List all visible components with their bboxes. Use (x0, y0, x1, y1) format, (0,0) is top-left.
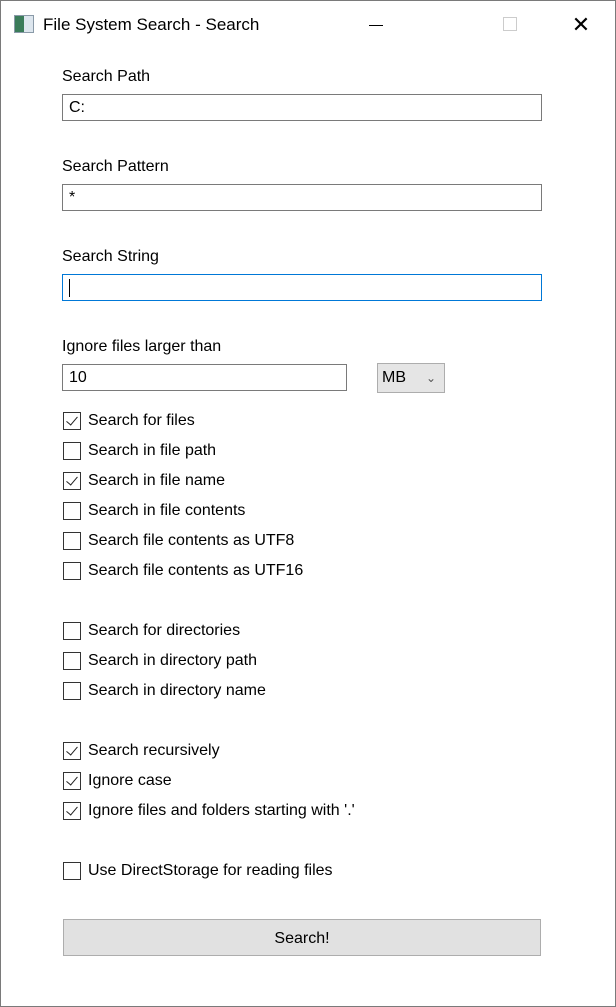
search-pattern-label: Search Pattern (62, 158, 169, 175)
search-path-label: Search Path (62, 68, 151, 85)
checkbox-unchecked-icon[interactable] (63, 532, 81, 550)
close-button[interactable]: ✕ (566, 11, 596, 39)
title-bar: File System Search - Search ✕ (1, 1, 615, 49)
size-limit-label: Ignore files larger than (62, 338, 222, 355)
text-caret (69, 278, 70, 297)
search-button[interactable]: Search! (63, 919, 541, 956)
checkbox-search-in-file-contents[interactable]: Search in file contents (63, 500, 245, 522)
checkbox-search-for-directories[interactable]: Search for directories (63, 620, 240, 642)
checkbox-label: Search in directory name (88, 682, 266, 699)
checkbox-label: Search in directory path (88, 652, 257, 669)
maximize-button[interactable] (496, 11, 526, 39)
checkbox-search-for-files[interactable]: Search for files (63, 410, 195, 432)
checkbox-unchecked-icon[interactable] (63, 442, 81, 460)
checkbox-unchecked-icon[interactable] (63, 862, 81, 880)
checkbox-label: Search in file contents (88, 502, 246, 519)
checkbox-label: Search in file path (88, 442, 217, 459)
unit-value: MB (382, 369, 406, 386)
app-icon (14, 15, 34, 33)
checkbox-checked-icon[interactable] (63, 412, 81, 430)
checkbox-label: Ignore case (88, 772, 172, 789)
checkbox-label: Search for files (88, 412, 195, 429)
checkbox-search-in-directory-path[interactable]: Search in directory path (63, 650, 257, 672)
checkbox-search-in-file-path[interactable]: Search in file path (63, 440, 216, 462)
checkbox-label: Search in file name (88, 472, 225, 489)
checkbox-search-file-contents-as-utf16[interactable]: Search file contents as UTF16 (63, 560, 303, 582)
checkbox-checked-icon[interactable] (63, 802, 81, 820)
checkbox-label: Ignore files and folders starting with '… (88, 802, 355, 819)
search-path-input[interactable]: C: (62, 94, 542, 121)
checkbox-unchecked-icon[interactable] (63, 562, 81, 580)
search-string-label: Search String (62, 248, 159, 265)
chevron-down-icon: ⌄ (425, 371, 436, 385)
checkbox-checked-icon[interactable] (63, 742, 81, 760)
checkbox-unchecked-icon[interactable] (63, 502, 81, 520)
checkbox-search-file-contents-as-utf8[interactable]: Search file contents as UTF8 (63, 530, 294, 552)
checkbox-label: Use DirectStorage for reading files (88, 862, 333, 879)
checkbox-ignore-case[interactable]: Ignore case (63, 770, 172, 792)
checkbox-label: Search for directories (88, 622, 241, 639)
unit-select[interactable]: MB ⌄ (377, 363, 445, 393)
search-string-input[interactable] (62, 274, 542, 301)
checkbox-search-in-file-name[interactable]: Search in file name (63, 470, 225, 492)
checkbox-checked-icon[interactable] (63, 772, 81, 790)
checkbox-use-directstorage-for-reading-files[interactable]: Use DirectStorage for reading files (63, 860, 333, 882)
window: File System Search - Search ✕ Search Pat… (0, 0, 616, 1007)
search-pattern-input[interactable]: * (62, 184, 542, 211)
window-title: File System Search - Search (43, 15, 260, 34)
checkbox-ignore-files-and-folders-starting-with[interactable]: Ignore files and folders starting with '… (63, 800, 355, 822)
checkbox-unchecked-icon[interactable] (63, 622, 81, 640)
minimize-button[interactable] (361, 11, 391, 39)
checkbox-label: Search file contents as UTF8 (88, 532, 295, 549)
checkbox-label: Search recursively (88, 742, 220, 759)
size-limit-input[interactable]: 10 (62, 364, 347, 391)
checkbox-checked-icon[interactable] (63, 472, 81, 490)
checkbox-unchecked-icon[interactable] (63, 682, 81, 700)
checkbox-search-recursively[interactable]: Search recursively (63, 740, 220, 762)
checkbox-search-in-directory-name[interactable]: Search in directory name (63, 680, 266, 702)
checkbox-unchecked-icon[interactable] (63, 652, 81, 670)
checkbox-label: Search file contents as UTF16 (88, 562, 304, 579)
